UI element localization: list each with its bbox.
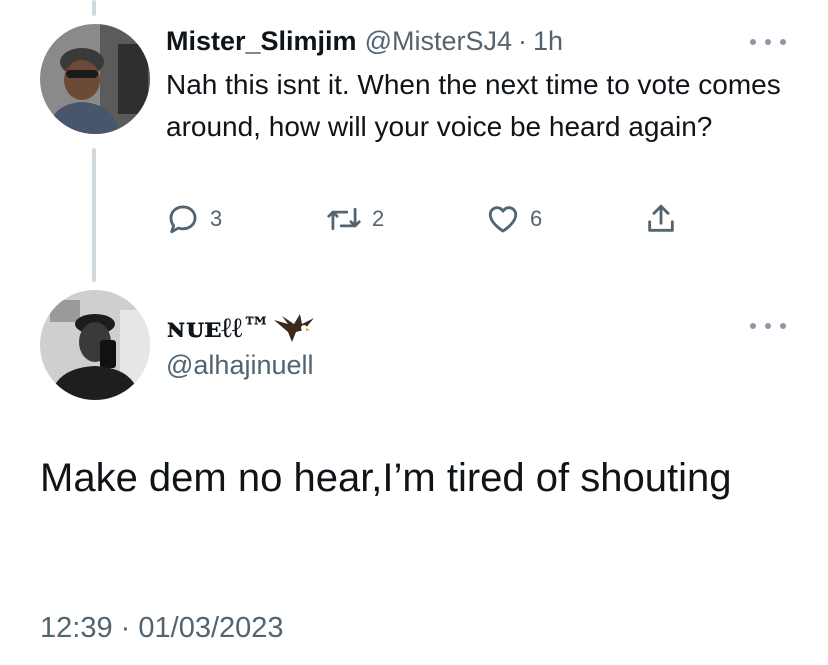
like-button[interactable]: 6: [486, 202, 542, 236]
reply-more-icon[interactable]: [750, 34, 786, 50]
comment-icon: [169, 205, 197, 234]
heart-icon: [488, 206, 518, 233]
retweet-count: 2: [372, 206, 385, 231]
retweet-icon: [327, 207, 361, 231]
tweet-timestamp[interactable]: 12:39 · 01/03/2023: [40, 612, 284, 645]
main-more-icon[interactable]: [750, 318, 786, 334]
tweet-date: 01/03/2023: [138, 612, 284, 644]
reply-count: 3: [210, 206, 223, 231]
reply-separator: ·: [518, 26, 528, 56]
reply-time[interactable]: 1h: [533, 26, 563, 57]
tweet-time: 12:39: [40, 612, 113, 644]
like-count: 6: [530, 206, 543, 231]
reply-display-name[interactable]: Mister_Slimjim: [166, 26, 357, 57]
reply-text: Nah this isnt it. When the next time to …: [166, 69, 781, 142]
thread-line-bottom: [92, 148, 96, 282]
main-tweet-text: Make dem no hear,I’m tired of shouting: [40, 456, 732, 500]
reply-header: Mister_Slimjim @MisterSJ4 · 1h: [166, 26, 563, 57]
reply-action-bar: 3 2 6: [166, 202, 686, 242]
share-icon: [648, 204, 674, 232]
reply-button[interactable]: 3: [166, 202, 222, 236]
main-avatar[interactable]: [40, 290, 150, 400]
eagle-icon: [274, 314, 315, 342]
thread-line-top: [92, 0, 96, 16]
main-display-name[interactable]: ɴᴜᴇℓℓ™: [166, 311, 270, 345]
retweet-button[interactable]: 2: [326, 202, 384, 236]
tweet-separator: ·: [120, 612, 131, 644]
main-handle[interactable]: @alhajinuell: [166, 350, 314, 381]
share-button[interactable]: [644, 202, 678, 236]
main-header: ɴᴜᴇℓℓ™: [166, 310, 316, 346]
reply-avatar[interactable]: [40, 24, 150, 134]
reply-handle[interactable]: @MisterSJ4: [365, 26, 512, 57]
